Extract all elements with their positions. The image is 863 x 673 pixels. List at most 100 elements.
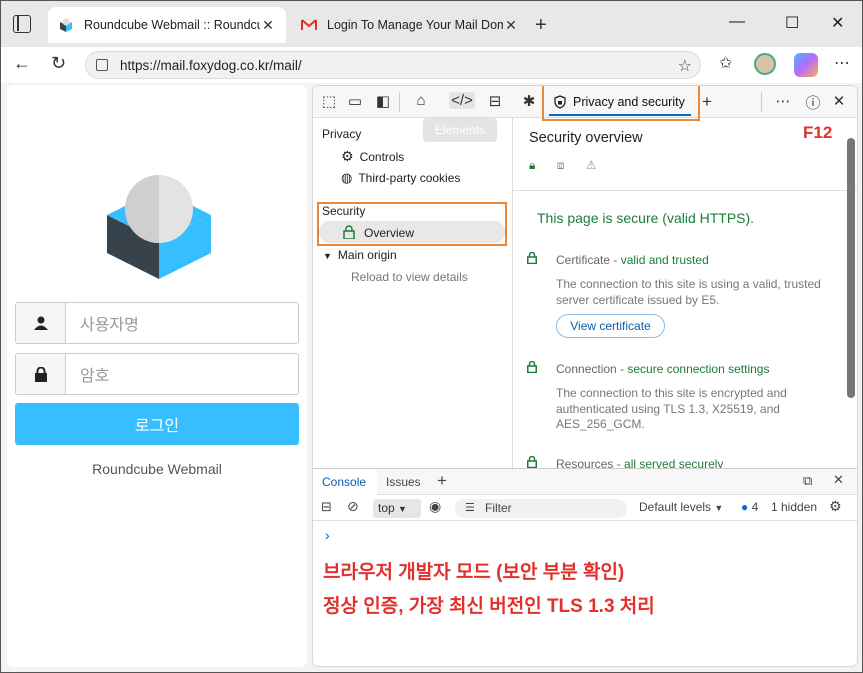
scrollbar[interactable] — [847, 138, 855, 398]
brand-footer: Roundcube Webmail — [92, 461, 222, 477]
chat-icon: ● — [741, 500, 749, 514]
annotation-line-2: 정상 인증, 가장 최신 버전인 TLS 1.3 처리 — [323, 596, 655, 617]
close-tab-icon[interactable]: ✕ — [260, 17, 276, 34]
roundcube-logo-icon — [107, 175, 211, 279]
tab-actions-icon[interactable] — [13, 15, 31, 33]
inspect-icon[interactable]: ⬚ — [319, 92, 339, 110]
roundcube-favicon-icon — [60, 18, 72, 32]
minimize-icon[interactable]: — — [729, 13, 745, 31]
tab-console[interactable]: Console — [322, 475, 366, 489]
privacy-heading: Privacy — [322, 127, 362, 141]
dock-drawer-icon[interactable]: ⧉ — [803, 473, 812, 489]
sidebar-item-third-party-cookies[interactable]: ◍ Third-party cookies — [341, 170, 460, 186]
certificate-row-title: Certificate - valid and trusted — [556, 253, 709, 267]
connection-row-title: Connection - secure connection settings — [556, 362, 770, 376]
sidebar-item-label: Controls — [359, 150, 405, 164]
annotation-line-1: 브라우저 개발자 모드 (보안 부분 확인) — [323, 562, 625, 583]
filter-icon: ☰ — [465, 502, 475, 514]
back-icon[interactable]: ← — [13, 53, 31, 74]
favorite-star-icon[interactable]: ☆ — [678, 56, 692, 76]
more-tools-plus-icon[interactable]: + — [697, 92, 717, 112]
new-tab-icon[interactable]: + — [535, 14, 547, 37]
close-tab-icon[interactable]: ✕ — [503, 17, 519, 34]
user-icon — [16, 303, 66, 343]
lock-icon[interactable] — [96, 59, 108, 71]
close-devtools-icon[interactable]: ✕ — [829, 92, 849, 110]
favorites-icon[interactable]: ✩ — [719, 53, 732, 73]
maximize-icon[interactable]: ☐ — [785, 13, 799, 33]
webmail-login-page: 사용자명 암호 로그인 Roundcube Webmail — [7, 85, 307, 667]
connection-description: The connection to this site is encrypted… — [556, 386, 787, 431]
dock-icon[interactable]: ◧ — [373, 92, 393, 110]
overview-title: Security overview — [529, 130, 643, 146]
title-bar: Roundcube Webmail :: Roundcube ✕ Login T… — [1, 1, 862, 47]
browser-window: Roundcube Webmail :: Roundcube ✕ Login T… — [0, 0, 863, 673]
lock-icon — [16, 354, 66, 394]
info-icon[interactable]: ⧈ — [557, 158, 565, 172]
elements-icon[interactable]: </> — [449, 92, 475, 109]
password-input[interactable]: 암호 — [66, 354, 109, 394]
settings-gear-icon[interactable]: ⚙ — [829, 498, 842, 515]
log-levels-dropdown[interactable]: Default levels ▼ — [639, 500, 723, 514]
refresh-icon[interactable]: ↻ — [51, 53, 66, 74]
password-field[interactable]: 암호 — [15, 353, 299, 395]
url-text: https://mail.foxydog.co.kr/mail/ — [120, 57, 302, 73]
drawer-tabs: Console Issues + ⧉ ✕ — [313, 469, 857, 495]
close-drawer-icon[interactable]: ✕ — [833, 472, 844, 488]
tab-title: Roundcube Webmail :: Roundcube — [84, 18, 260, 32]
sidebar-item-main-origin[interactable]: ▼ Main origin — [323, 248, 397, 262]
overview-icon-row: 🔒︎ ⧈ ⚠ — [529, 158, 596, 173]
tab-issues[interactable]: Issues — [386, 475, 421, 489]
lock-green-icon — [527, 361, 537, 373]
username-field[interactable]: 사용자명 — [15, 302, 299, 344]
console-icon[interactable]: ⊟ — [485, 92, 505, 110]
tab-roundcube[interactable]: Roundcube Webmail :: Roundcube ✕ — [48, 7, 286, 43]
devtools-panel: ⬚ ▭ ◧ ⌂ </> ⊟ ✱ Privacy and security + ⋯… — [312, 85, 858, 667]
resources-row-title: Resources - all served securely — [556, 457, 724, 468]
sidebar-item-label: Third-party cookies — [358, 171, 461, 185]
device-emulation-icon[interactable]: ▭ — [345, 92, 365, 110]
elements-tooltip: Elements — [423, 118, 497, 142]
console-drawer: Console Issues + ⧉ ✕ ⊟ ⊘ top ▼ ◉ ☰ Filte… — [313, 468, 857, 666]
add-drawer-tab-icon[interactable]: + — [437, 471, 447, 491]
lock-green-icon — [527, 252, 537, 264]
hidden-count: 1 hidden — [771, 500, 818, 514]
welcome-home-icon[interactable]: ⌂ — [411, 92, 431, 109]
sidebar-toggle-icon[interactable]: ⊟ — [321, 499, 332, 515]
more-menu-icon[interactable]: ⋯ — [834, 53, 850, 73]
console-prompt[interactable]: › — [325, 527, 330, 543]
sidebar-item-label: Main origin — [337, 248, 397, 262]
certificate-description: The connection to this site is using a v… — [556, 277, 821, 307]
eye-icon[interactable]: ◉ — [429, 498, 441, 515]
username-input[interactable]: 사용자명 — [66, 303, 139, 343]
address-bar[interactable]: https://mail.foxydog.co.kr/mail/ ☆ — [85, 51, 701, 79]
sidebar-item-controls[interactable]: ⚙ Controls — [341, 148, 404, 165]
console-toolbar: ⊟ ⊘ top ▼ ◉ ☰ Filter Default levels ▼ ● … — [313, 495, 857, 521]
profile-avatar[interactable] — [754, 53, 776, 75]
help-icon[interactable]: ⓘ — [803, 92, 823, 113]
triangle-down-icon: ▼ — [714, 503, 724, 513]
view-certificate-button[interactable]: View certificate — [556, 314, 665, 338]
close-window-icon[interactable]: ✕ — [831, 13, 844, 33]
copilot-icon[interactable] — [794, 53, 818, 77]
reload-hint: Reload to view details — [351, 270, 468, 284]
security-sidebar: Privacy ⚙ Controls ◍ Third-party cookies S… — [313, 118, 513, 468]
login-button[interactable]: 로그인 — [15, 403, 299, 445]
highlight-security-overview — [317, 202, 507, 246]
context-selector[interactable]: top ▼ — [373, 499, 421, 518]
triangle-down-icon: ▼ — [398, 504, 407, 514]
tab-mail-domain[interactable]: Login To Manage Your Mail Doma ✕ — [291, 7, 529, 43]
address-row: ← ↻ https://mail.foxydog.co.kr/mail/ ☆ ✩… — [1, 47, 862, 83]
warning-icon[interactable]: ⚠ — [586, 158, 597, 172]
highlight-privacy-tab — [542, 86, 700, 121]
sources-bug-icon[interactable]: ✱ — [519, 92, 539, 110]
filter-input[interactable]: ☰ Filter — [455, 499, 627, 518]
gmail-favicon-icon — [301, 19, 317, 30]
gear-icon: ⚙ — [341, 148, 354, 164]
issues-badge[interactable]: ● 4 — [741, 500, 758, 514]
customize-menu-icon[interactable]: ⋯ — [773, 92, 793, 110]
lock-green-icon[interactable]: 🔒︎ — [529, 158, 535, 172]
lock-green-icon — [527, 456, 537, 468]
clear-console-icon[interactable]: ⊘ — [347, 498, 359, 515]
security-overview-pane: Security overview F12 🔒︎ ⧈ ⚠ This page i… — [513, 118, 857, 468]
